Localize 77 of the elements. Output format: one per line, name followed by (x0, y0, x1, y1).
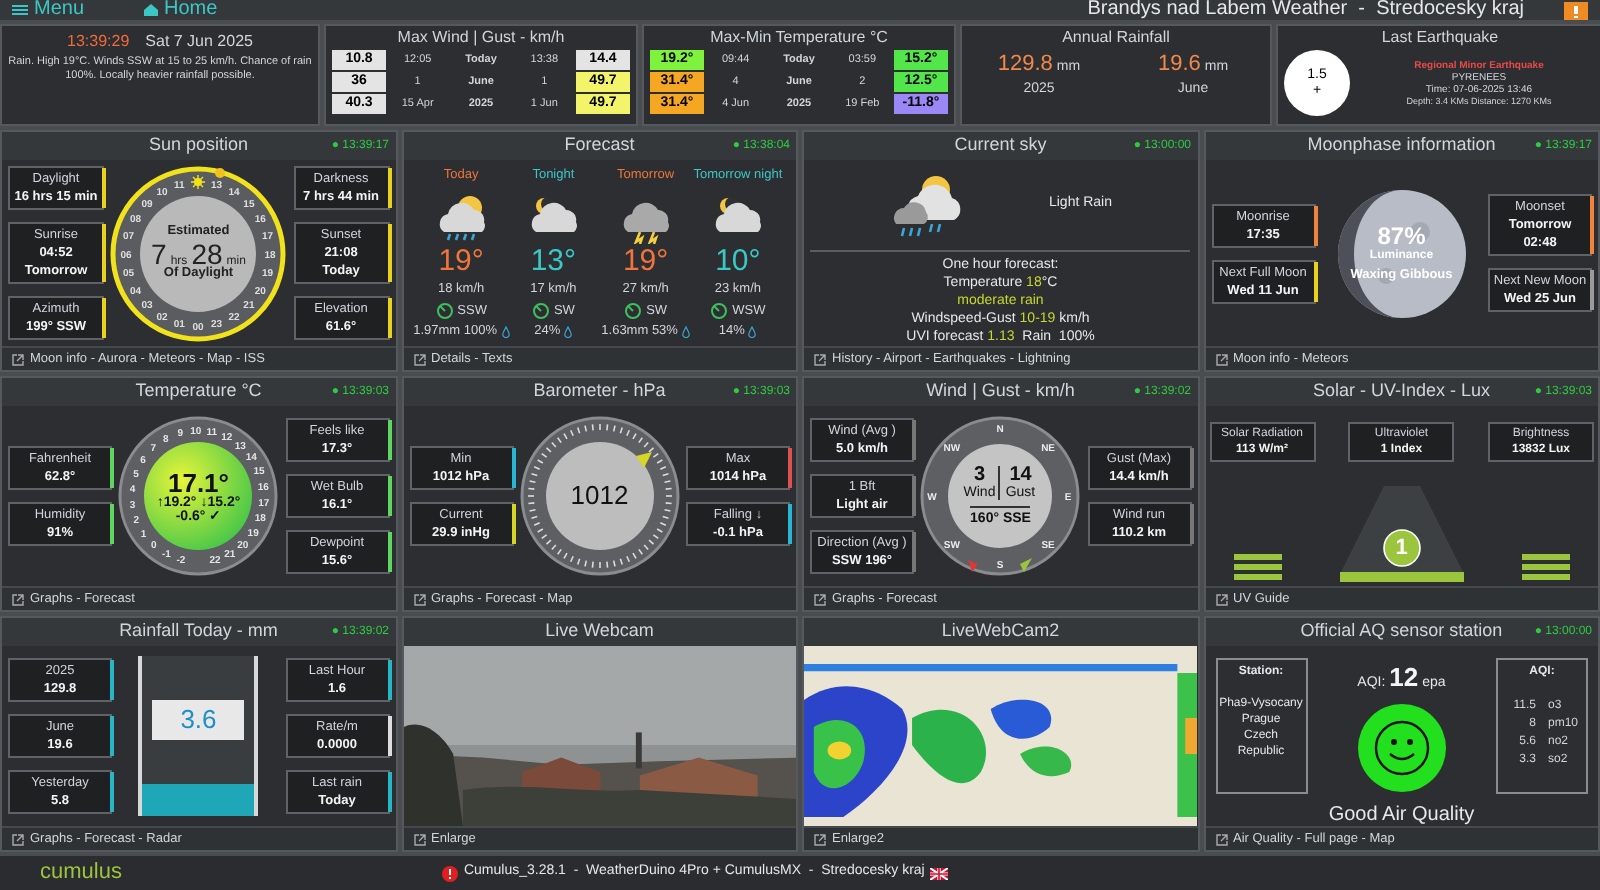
wind-direction-icon (624, 301, 643, 320)
alert-button[interactable] (1564, 2, 1588, 20)
external-link-icon (1215, 353, 1227, 365)
forecast-temperature: 13° (530, 245, 577, 278)
moon-drawing (1337, 189, 1466, 317)
menu-button[interactable]: Menu (12, 0, 85, 20)
barometer-dial-face (545, 442, 654, 550)
panel-title: Barometer - hPa (533, 378, 666, 405)
sun-marker (215, 167, 226, 177)
external-link-icon (413, 593, 425, 605)
raindrop-icon (681, 326, 690, 339)
external-link-icon (814, 833, 826, 845)
daylight-hours: 7 (151, 239, 167, 267)
sun-dial-face (140, 195, 257, 311)
panel-title: Live Webcam (545, 618, 654, 645)
sun-icon (190, 173, 207, 189)
wind-direction-icon (435, 301, 454, 320)
station-title: Brandys nad Labem Weather - Stredocesky kraj (1087, 0, 1524, 20)
raindrop-icon (564, 326, 573, 339)
gust-pointer (1020, 558, 1033, 572)
clock-time: 13:39:29 (67, 30, 130, 54)
external-link-icon (12, 833, 24, 845)
aqi-value: 12 (1389, 660, 1419, 696)
wind-direction-icon (710, 301, 729, 320)
wind-pointer (968, 560, 979, 572)
external-link-icon (12, 353, 24, 365)
menu-icon (12, 4, 28, 16)
pressure-reading: 1012 (570, 478, 629, 515)
card-title: Max Wind | Gust - km/h (395, 26, 567, 50)
panel-title: Wind | Gust - km/h (926, 378, 1075, 405)
panel-title: Sun position (148, 132, 249, 159)
wind-direction-icon (531, 301, 550, 320)
warning-icon (441, 865, 458, 881)
panel-title: Official AQ sensor station (1300, 618, 1503, 645)
forecast-temperature: 19° (622, 245, 669, 278)
external-link-icon (814, 593, 826, 605)
panel-title: Current sky (954, 132, 1047, 159)
forecast-temperature: 19° (438, 245, 484, 278)
moon-luminance: 87% (1377, 223, 1426, 248)
external-link-icon (413, 353, 425, 365)
panel-title: LiveWebCam2 (941, 618, 1060, 645)
gust-speed: 14 (1007, 466, 1034, 486)
raindrop-icon (501, 326, 510, 339)
temperature-reading: 17.1° (167, 469, 229, 495)
smiley-icon (1355, 701, 1448, 793)
solar-bar-drawing (1233, 554, 1281, 582)
home-icon (144, 4, 159, 16)
pressure-pointer (635, 452, 652, 468)
external-link-icon (413, 833, 425, 845)
cumulus-logo: cumulus (40, 858, 122, 889)
wind-speed: 3 (960, 466, 1001, 486)
external-link-icon (1215, 833, 1227, 845)
panel-title: Solar - UV-Index - Lux (1312, 378, 1491, 405)
rain-today: 3.6 (180, 702, 217, 738)
panel-title: Forecast (564, 132, 635, 159)
uv-pyramid-drawing (1339, 486, 1464, 582)
brightness-bar-drawing (1522, 554, 1570, 582)
uv-index: 1 (1395, 533, 1408, 564)
forecast-temperature: 10° (715, 245, 761, 278)
card-title: Annual Rainfall (1060, 26, 1172, 50)
clock-date: Sat 7 Jun 2025 (145, 30, 253, 54)
daylight-minutes: 28 (191, 239, 223, 267)
card-title: Max-Min Temperature °C (708, 26, 890, 50)
rainfall-total: 19.6 (1157, 54, 1201, 76)
panel-title: Rainfall Today - mm (119, 618, 278, 645)
air-quality-status: Good Air Quality (1328, 802, 1475, 830)
external-link-icon (12, 593, 24, 605)
external-link-icon (814, 353, 826, 365)
card-title: Last Earthquake (1379, 26, 1501, 50)
external-link-icon (1215, 593, 1227, 605)
home-button[interactable]: Home (144, 0, 218, 20)
raindrop-icon (748, 326, 757, 339)
flag-icon (930, 867, 949, 879)
rainfall-total: 129.8 (997, 54, 1053, 76)
panel-title: Temperature °C (135, 378, 262, 405)
compass-face (948, 444, 1053, 548)
panel-title: Moonphase information (1307, 132, 1496, 159)
